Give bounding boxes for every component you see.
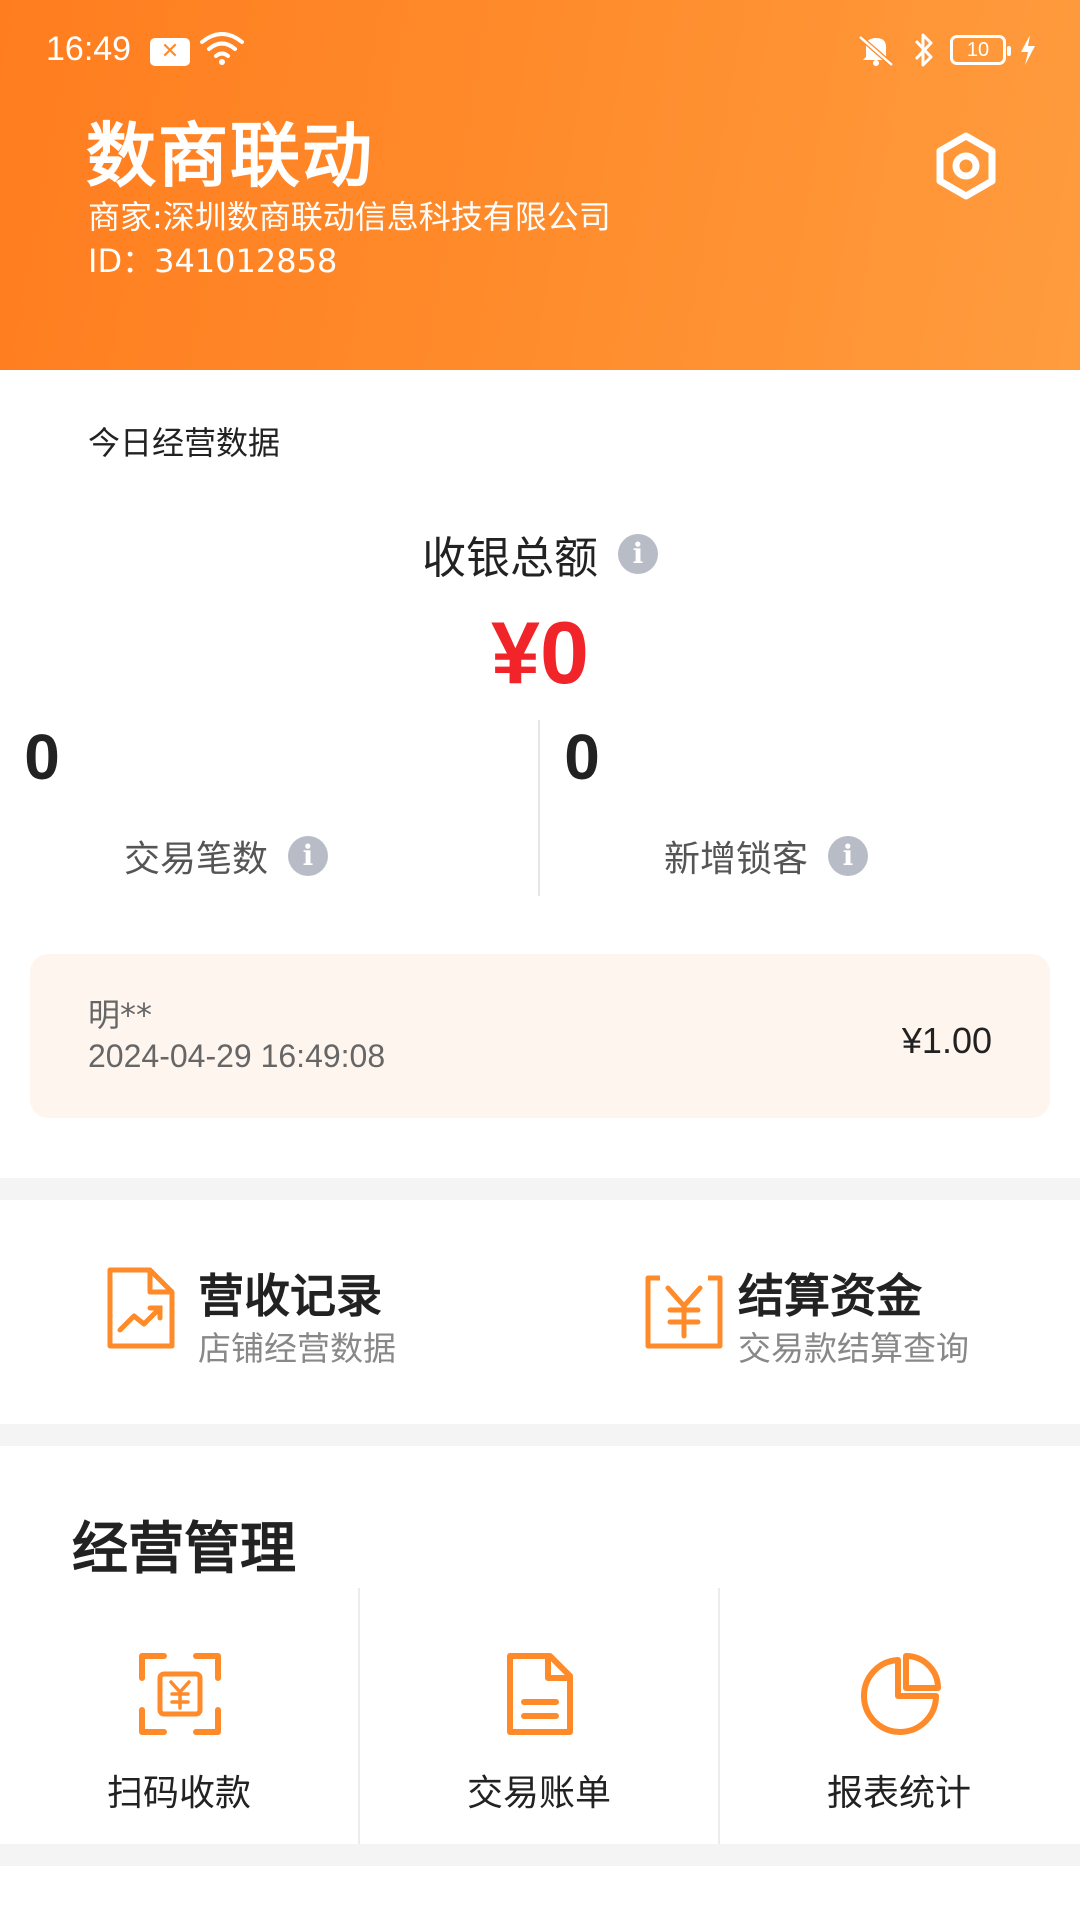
section-divider [0,1844,1080,1866]
new-customers-caption: 新增锁客 i [496,830,1036,882]
transaction-bill-button[interactable]: 交易账单 [360,1588,718,1844]
business-management-section: 经营管理 扫码收款 交易账单 报表统计 [0,1448,1080,1844]
merchant-id: ID：341012858 [88,242,338,280]
scan-payment-label: 扫码收款 [106,1773,251,1814]
status-bar: 16:49 ✕ 10 [0,0,1080,104]
revenue-records-title: 营收记录 [198,1269,382,1323]
scan-qr-icon [139,1653,221,1735]
total-cashier-label: 收银总额 [422,533,598,584]
revenue-records-subtitle: 店铺经营数据 [198,1329,396,1368]
transaction-time: 2024-04-29 16:49:08 [88,1038,386,1074]
report-statistics-button[interactable]: 报表统计 [720,1588,1078,1844]
latest-transaction-card[interactable]: 明** 2024-04-29 16:49:08 ¥1.00 [30,954,1050,1118]
settlement-funds-button[interactable]: 结算资金 交易款结算查询 [644,1260,1064,1370]
management-title: 经营管理 [72,1517,296,1582]
bluetooth-icon [914,33,933,67]
section-divider [0,1424,1080,1446]
wifi-icon [200,32,244,65]
settings-icon[interactable] [930,130,1002,202]
new-customers-count: 0 [564,721,600,793]
info-icon[interactable]: i [618,534,658,574]
transaction-bill-label: 交易账单 [466,1773,611,1814]
notification-icon: ✕ [150,38,190,66]
scan-payment-button[interactable]: 扫码收款 [0,1588,358,1844]
settlement-funds-subtitle: 交易款结算查询 [738,1329,969,1368]
new-customers-stat: 0 新增锁客 i [540,720,1080,900]
grid-divider [358,1588,360,1844]
section-divider [0,1178,1080,1200]
pie-chart-icon [861,1653,941,1735]
settlement-yuan-icon [645,1275,723,1349]
total-cashier-row: 收银总额 i [0,522,1080,586]
charging-icon [1021,35,1035,65]
settlement-funds-title: 结算资金 [738,1269,922,1323]
transactions-label: 交易笔数 [123,839,268,880]
today-section-label: 今日经营数据 [88,424,281,462]
header: 16:49 ✕ 10 数商联动 商家:深圳数商联动信息科技有限公司 ID：341… [0,0,1080,370]
transaction-customer: 明** [88,996,153,1034]
battery-indicator: 10 [950,35,1011,65]
transactions-count: 0 [24,721,60,793]
status-time: 16:49 [46,30,132,68]
total-cashier-amount: ¥0 [491,603,589,702]
info-icon[interactable]: i [828,836,868,876]
revenue-records-button[interactable]: 营收记录 店铺经营数据 [104,1260,524,1370]
stats-row: 0 交易笔数 i 0 新增锁客 i [0,720,1080,900]
grid-divider [718,1588,720,1844]
transactions-caption: 交易笔数 i [0,830,496,882]
stats-divider [538,720,540,896]
info-icon[interactable]: i [288,836,328,876]
transaction-amount: ¥1.00 [901,1020,992,1061]
new-customers-label: 新增锁客 [663,839,808,880]
merchant-name: 商家:深圳数商联动信息科技有限公司 [88,198,611,236]
mute-icon [858,35,894,67]
management-grid: 扫码收款 交易账单 报表统计 [0,1588,1080,1844]
report-statistics-label: 报表统计 [826,1773,971,1814]
revenue-chart-icon [107,1267,175,1349]
shortcuts-section: 营收记录 店铺经营数据 结算资金 交易款结算查询 [0,1200,1080,1422]
app-title: 数商联动 [86,115,374,197]
today-business-section: 今日经营数据 收银总额 i ¥0 0 交易笔数 i 0 新增锁客 i 明** 2024… [0,370,1080,1178]
document-icon [507,1653,573,1735]
